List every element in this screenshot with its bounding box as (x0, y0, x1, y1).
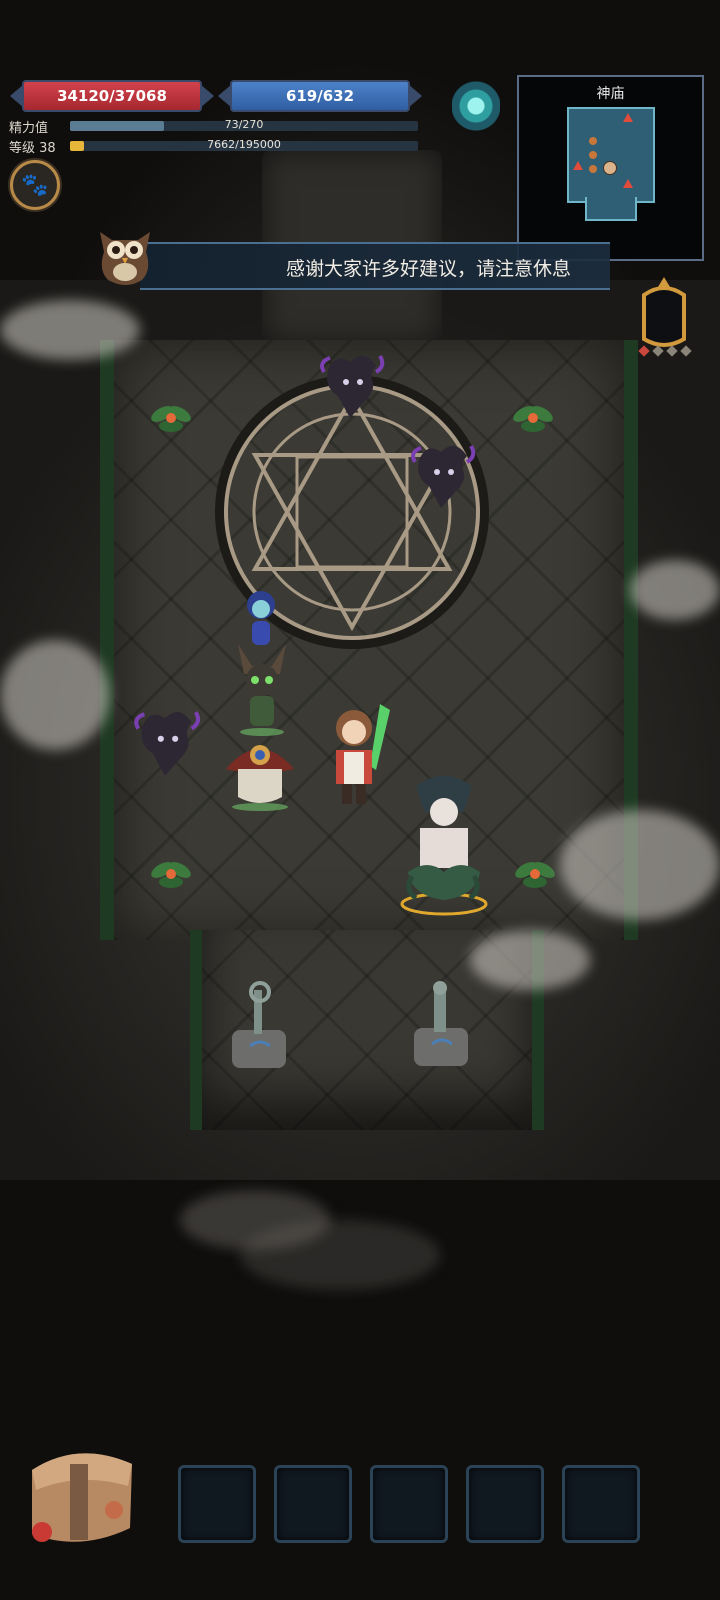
minimap-pet-marker (589, 165, 597, 173)
shadow-imp-enemy[interactable] (408, 440, 480, 520)
tentacle-witch-boss[interactable] (398, 772, 490, 918)
hp-text: 34120/37068 (57, 87, 167, 105)
minimap-pet-marker (589, 137, 597, 145)
bar-cap-left (10, 84, 24, 108)
paw-icon: 🐾 (21, 172, 49, 198)
mp-bar: 619/632 (218, 80, 422, 112)
shadow-imp-enemy[interactable] (132, 706, 204, 788)
inventory-slot-4[interactable] (466, 1465, 544, 1543)
minimap-pet-marker (589, 151, 597, 159)
minimap-enemy-marker (623, 113, 633, 122)
bar-cap-right (408, 84, 422, 108)
owl-icon[interactable] (92, 222, 158, 288)
mushroom-hat-companion[interactable] (220, 735, 300, 811)
minimap[interactable]: 神庙 (517, 75, 704, 261)
inventory-slot-3[interactable] (370, 1465, 448, 1543)
minimap-title: 神庙 (596, 86, 625, 102)
fog-cloud (470, 930, 590, 990)
stone-pillar-left (232, 981, 286, 1068)
mp-text: 619/632 (285, 87, 355, 105)
fog-cloud (240, 1220, 440, 1290)
announcement-text: 感谢大家许多好建议，请注意休息 (286, 258, 572, 280)
minimap-corridor (585, 197, 637, 221)
pet-button[interactable]: 🐾 (10, 160, 60, 210)
minimap-enemy-marker (623, 179, 633, 188)
hp-bar: 34120/37068 (10, 80, 214, 112)
exp-bar: 7662/195000 (70, 138, 418, 151)
horned-beast-companion[interactable] (230, 640, 294, 736)
stamina-text: 73/270 (224, 118, 264, 131)
inventory-slot-5[interactable] (562, 1465, 640, 1543)
announcement-banner: 感谢大家许多好建议，请注意休息 (140, 242, 610, 290)
bar-cap-right (200, 84, 214, 108)
herb-plant[interactable] (512, 848, 558, 894)
inventory-slot-2[interactable] (274, 1465, 352, 1543)
portal-icon[interactable] (452, 78, 500, 134)
stamina-bar: 73/270 (70, 118, 418, 131)
fog-cloud (560, 810, 720, 920)
herb-plant[interactable] (148, 392, 194, 438)
backpack-icon[interactable] (18, 1440, 142, 1554)
level-label: 等级 38 (9, 141, 56, 156)
minimap-player-marker (603, 161, 617, 175)
crest-icon[interactable] (636, 275, 692, 361)
minimap-room (567, 107, 655, 203)
fog-cloud (0, 640, 110, 750)
shadow-imp-enemy[interactable] (318, 350, 388, 430)
herb-plant[interactable] (510, 392, 556, 438)
fog-cloud (0, 300, 140, 360)
inventory-slot-1[interactable] (178, 1465, 256, 1543)
player-hero[interactable] (318, 700, 408, 812)
stone-pillar-right (414, 981, 468, 1066)
exp-text: 7662/195000 (207, 138, 281, 151)
herb-plant[interactable] (148, 848, 194, 894)
fog-cloud (630, 560, 720, 620)
stamina-label: 精力值 (9, 121, 49, 136)
minimap-enemy-marker (573, 161, 583, 170)
bar-cap-left (218, 84, 232, 108)
